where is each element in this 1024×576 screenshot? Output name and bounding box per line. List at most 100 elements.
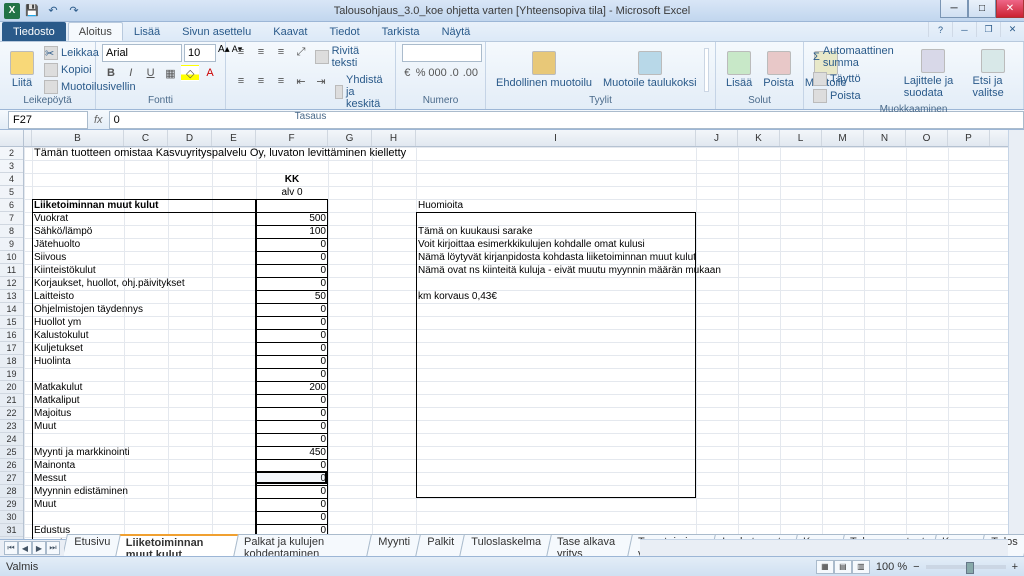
row-header[interactable]: 20 [0, 381, 23, 394]
row-header[interactable]: 2 [0, 147, 23, 160]
help-icon[interactable]: ? [928, 22, 952, 37]
row-header[interactable]: 23 [0, 420, 23, 433]
minimize-button[interactable]: ─ [940, 0, 968, 18]
view-normal-icon[interactable]: ▦ [816, 560, 834, 574]
tab-view[interactable]: Näytä [431, 22, 482, 41]
paste-button[interactable]: Liitä [6, 49, 38, 91]
format-table-button[interactable]: Muotoile taulukoksi [599, 49, 701, 91]
row-header[interactable]: 28 [0, 485, 23, 498]
tab-layout[interactable]: Sivun asettelu [171, 22, 262, 41]
row-header[interactable]: 17 [0, 342, 23, 355]
align-top-icon[interactable]: ≡ [232, 44, 250, 60]
col-header[interactable]: B [32, 130, 124, 146]
col-header[interactable]: M [822, 130, 864, 146]
row-header[interactable]: 14 [0, 303, 23, 316]
cell-styles-gallery[interactable] [704, 48, 709, 92]
view-layout-icon[interactable]: ▤ [834, 560, 852, 574]
fill-color-button[interactable]: ◇ [181, 65, 199, 81]
row-header[interactable]: 3 [0, 160, 23, 173]
autosum-button[interactable]: ΣAutomaattinen summa [810, 44, 897, 70]
tab-formulas[interactable]: Kaavat [262, 22, 318, 41]
doc-minimize-icon[interactable]: ─ [952, 22, 976, 37]
delete-cells-button[interactable]: Poista [759, 49, 798, 91]
col-header[interactable]: J [696, 130, 738, 146]
align-middle-icon[interactable]: ≡ [252, 44, 270, 60]
row-header[interactable]: 29 [0, 498, 23, 511]
font-size-select[interactable] [184, 44, 216, 62]
zoom-slider[interactable] [926, 565, 1006, 569]
sheet-nav-last-icon[interactable]: ⏭ [46, 541, 60, 555]
font-name-select[interactable] [102, 44, 182, 62]
merge-center-button[interactable]: Yhdistä ja keskitä [332, 73, 392, 111]
row-header[interactable]: 15 [0, 316, 23, 329]
row-header[interactable]: 19 [0, 368, 23, 381]
cell[interactable]: alv 0 [256, 186, 328, 199]
fx-icon[interactable]: fx [94, 114, 103, 126]
row-header[interactable]: 21 [0, 394, 23, 407]
cell[interactable]: KK [256, 173, 328, 186]
row-header[interactable]: 6 [0, 199, 23, 212]
col-header[interactable]: I [416, 130, 696, 146]
align-bottom-icon[interactable]: ≡ [272, 44, 290, 60]
sheet-nav-prev-icon[interactable]: ◀ [18, 541, 32, 555]
row-header[interactable]: 8 [0, 225, 23, 238]
col-header[interactable]: L [780, 130, 822, 146]
zoom-in-button[interactable]: + [1012, 561, 1018, 573]
horizontal-scrollbar[interactable] [640, 539, 1008, 556]
row-header[interactable]: 26 [0, 459, 23, 472]
row-header[interactable]: 30 [0, 511, 23, 524]
tab-data[interactable]: Tiedot [318, 22, 370, 41]
tab-file[interactable]: Tiedosto [2, 22, 66, 41]
doc-restore-icon[interactable]: ❐ [976, 22, 1000, 37]
col-header[interactable]: C [124, 130, 168, 146]
clear-button[interactable]: Poista [810, 88, 897, 104]
zoom-out-button[interactable]: − [913, 561, 919, 573]
border-button[interactable]: ▦ [161, 65, 179, 81]
col-header[interactable]: G [328, 130, 372, 146]
row-header[interactable]: 7 [0, 212, 23, 225]
align-center-icon[interactable]: ≡ [252, 73, 270, 89]
vertical-scrollbar[interactable] [1008, 130, 1024, 539]
italic-button[interactable]: I [122, 65, 140, 81]
sort-filter-button[interactable]: Lajittele ja suodata [900, 47, 966, 101]
row-header[interactable]: 9 [0, 238, 23, 251]
view-pagebreak-icon[interactable]: ▥ [852, 560, 870, 574]
find-select-button[interactable]: Etsi ja valitse [969, 47, 1017, 101]
row-header[interactable]: 5 [0, 186, 23, 199]
row-header[interactable]: 27 [0, 472, 23, 485]
percent-icon[interactable]: % [415, 65, 427, 81]
row-header[interactable]: 11 [0, 264, 23, 277]
sheet-nav-next-icon[interactable]: ▶ [32, 541, 46, 555]
orientation-icon[interactable]: ⤢ [292, 44, 310, 60]
select-all-corner[interactable] [0, 130, 24, 146]
dec-decimal-icon[interactable]: .00 [462, 65, 479, 81]
comma-icon[interactable]: 000 [429, 65, 447, 81]
col-header[interactable]: F [256, 130, 328, 146]
row-header[interactable]: 24 [0, 433, 23, 446]
col-header[interactable] [24, 130, 32, 146]
maximize-button[interactable]: □ [968, 0, 996, 18]
wrap-text-button[interactable]: Rivitä teksti [312, 44, 389, 70]
row-header[interactable]: 25 [0, 446, 23, 459]
align-right-icon[interactable]: ≡ [272, 73, 290, 89]
sheet-nav-first-icon[interactable]: ⏮ [4, 541, 18, 555]
bold-button[interactable]: B [102, 65, 120, 81]
row-header[interactable]: 10 [0, 251, 23, 264]
doc-close-icon[interactable]: ✕ [1000, 22, 1024, 37]
currency-icon[interactable]: € [402, 65, 413, 81]
align-left-icon[interactable]: ≡ [232, 73, 250, 89]
col-header[interactable]: E [212, 130, 256, 146]
row-header[interactable]: 18 [0, 355, 23, 368]
tab-insert[interactable]: Lisää [123, 22, 171, 41]
cells-area[interactable]: Tämän tuotteen omistaa Kasvuyrityspalvel… [24, 147, 1024, 539]
insert-cells-button[interactable]: Lisää [722, 49, 756, 91]
col-header[interactable]: H [372, 130, 416, 146]
row-header[interactable]: 16 [0, 329, 23, 342]
conditional-format-button[interactable]: Ehdollinen muotoilu [492, 49, 596, 91]
col-header[interactable]: O [906, 130, 948, 146]
cell[interactable]: Huomioita [416, 199, 696, 212]
name-box[interactable]: F27 [8, 111, 88, 129]
underline-button[interactable]: U [142, 65, 160, 81]
row-header[interactable]: 22 [0, 407, 23, 420]
close-button[interactable]: ✕ [996, 0, 1024, 18]
